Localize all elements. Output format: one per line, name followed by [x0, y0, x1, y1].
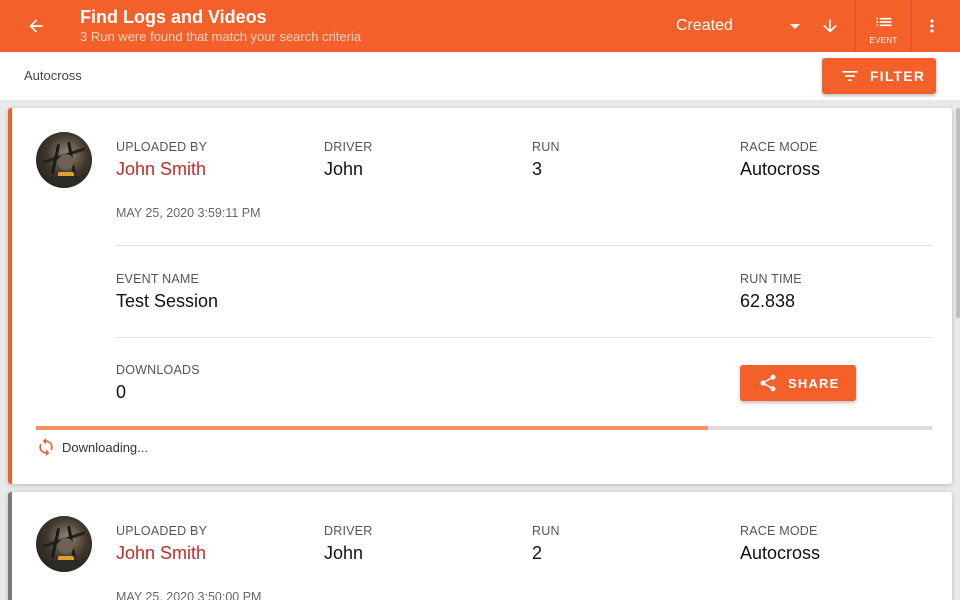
filter-button[interactable]: FILTER [822, 58, 936, 94]
sync-icon [39, 437, 53, 457]
divider [116, 337, 932, 338]
sort-down-arrow-icon [823, 19, 837, 33]
download-status: Downloading... [36, 437, 148, 457]
share-button[interactable]: SHARE [740, 365, 856, 401]
more-vert-icon [930, 19, 934, 33]
download-progress-fill [36, 426, 708, 430]
more-options-button[interactable] [912, 0, 952, 52]
driver-value: John [324, 543, 364, 563]
driver-value: John [324, 159, 364, 179]
event-name-value: Test Session [116, 291, 219, 311]
run-card[interactable]: UPLOADED BY John Smith DRIVER John RUN 3… [8, 108, 952, 484]
sort-direction-button[interactable] [815, 12, 845, 40]
filter-button-label: FILTER [870, 68, 926, 84]
uploaded-by-label: UPLOADED BY [116, 524, 208, 538]
uploaded-by-label: UPLOADED BY [116, 140, 208, 154]
event-view-button[interactable]: EVENT [856, 0, 911, 52]
share-icon [760, 374, 776, 392]
run-date: MAY 25, 2020 3:59:11 PM [116, 206, 261, 220]
downloads-value: 0 [116, 382, 127, 402]
breadcrumb: Autocross [24, 68, 82, 83]
dropdown-caret-icon [790, 24, 800, 29]
downloads-label: DOWNLOADS [116, 363, 200, 377]
event-name-label: EVENT NAME [116, 272, 200, 286]
race-mode-label: RACE MODE [740, 140, 818, 154]
sort-select-value: Created [676, 17, 733, 34]
list-icon [876, 17, 892, 27]
driver-label: DRIVER [324, 524, 373, 538]
race-mode-label: RACE MODE [740, 524, 818, 538]
race-mode-value: Autocross [740, 159, 821, 179]
run-value: 3 [532, 159, 543, 179]
run-label: RUN [532, 140, 560, 154]
divider [116, 245, 932, 246]
download-status-text: Downloading... [62, 439, 148, 455]
run-time-label: RUN TIME [740, 272, 802, 286]
sort-select[interactable]: Created [676, 14, 806, 38]
avatar [36, 516, 92, 572]
filter-icon [842, 71, 858, 81]
share-button-label: SHARE [788, 375, 840, 391]
scrollbar[interactable] [956, 108, 960, 318]
avatar [36, 132, 92, 188]
back-button[interactable] [20, 10, 52, 42]
run-label: RUN [532, 524, 560, 538]
run-time-value: 62.838 [740, 291, 796, 311]
event-view-label: EVENT [869, 36, 898, 45]
back-arrow-icon [29, 19, 43, 33]
page-subtitle: 3 Run were found that match your search … [80, 29, 362, 44]
download-progress-bar [36, 426, 932, 430]
header-titles: Find Logs and Videos 3 Run were found th… [80, 6, 361, 46]
page-title: Find Logs and Videos [80, 7, 267, 27]
race-mode-value: Autocross [740, 543, 821, 563]
uploader-name: John Smith [116, 159, 207, 179]
uploader-name: John Smith [116, 543, 207, 563]
run-date: MAY 25, 2020 3:50:00 PM [116, 590, 262, 600]
app-bar: Find Logs and Videos 3 Run were found th… [0, 0, 960, 52]
filter-bar: Autocross [0, 52, 960, 100]
run-card[interactable]: UPLOADED BY John Smith DRIVER John RUN 2… [8, 492, 952, 600]
driver-label: DRIVER [324, 140, 373, 154]
run-value: 2 [532, 543, 543, 563]
